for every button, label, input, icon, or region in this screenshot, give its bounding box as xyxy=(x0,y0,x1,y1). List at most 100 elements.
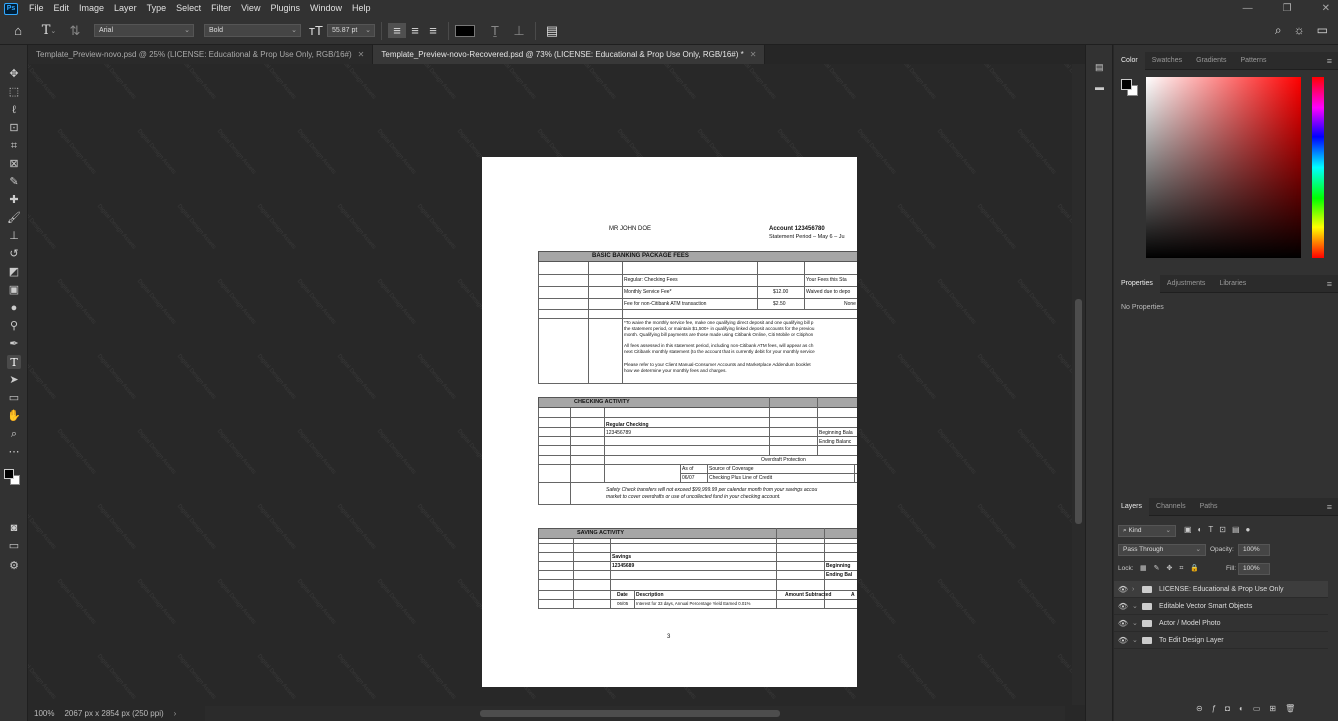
eraser-tool-icon[interactable]: ◩ xyxy=(7,265,21,279)
marquee-tool-icon[interactable]: ⬚ xyxy=(7,85,21,99)
3d-icon[interactable]: ⊥ xyxy=(509,23,529,39)
type-tool-icon[interactable]: T xyxy=(7,355,21,369)
layer-filter-kind[interactable]: ⌕ Kind ⌄ xyxy=(1118,525,1176,537)
chevron-down-icon[interactable]: ⌄ xyxy=(1132,619,1142,627)
tab-properties[interactable]: Properties xyxy=(1114,274,1160,293)
home-icon[interactable]: ⌂ xyxy=(0,23,36,38)
tab-document-2[interactable]: Template_Preview-novo-Recovered.psd @ 73… xyxy=(373,45,766,64)
more-tools-icon[interactable]: ⋯ xyxy=(7,445,21,459)
object-selection-tool-icon[interactable]: ⊡ xyxy=(7,121,21,135)
dodge-tool-icon[interactable]: ⚲ xyxy=(7,319,21,333)
align-center-icon[interactable]: ≡ xyxy=(406,23,424,38)
toggle-text-orientation-icon[interactable]: ⇅ xyxy=(62,23,88,39)
warp-text-icon[interactable]: Ṯ xyxy=(481,23,509,38)
character-panel-icon[interactable]: ▤ xyxy=(542,23,562,39)
opacity-input[interactable]: 100% xyxy=(1238,544,1270,556)
comments-icon[interactable]: ▬ xyxy=(1095,82,1104,92)
hand-tool-icon[interactable]: ✋ xyxy=(7,409,21,423)
visibility-eye-icon[interactable]: 👁 xyxy=(1114,585,1132,594)
font-size-select[interactable]: 55.87 pt ⌄ xyxy=(327,24,375,37)
tab-gradients[interactable]: Gradients xyxy=(1189,52,1233,70)
tab-libraries[interactable]: Libraries xyxy=(1212,275,1253,293)
vertical-scroll-thumb[interactable] xyxy=(1075,299,1082,524)
font-style-select[interactable]: Bold ⌄ xyxy=(204,24,301,37)
fill-input[interactable]: 100% xyxy=(1238,563,1270,575)
layer-row[interactable]: 👁 ⌄ To Edit Design Layer xyxy=(1114,632,1328,649)
align-right-icon[interactable]: ≡ xyxy=(424,23,442,38)
menu-view[interactable]: View xyxy=(236,0,265,17)
history-brush-tool-icon[interactable]: ↺ xyxy=(7,247,21,261)
zoom-level[interactable]: 100% xyxy=(34,709,54,718)
search-icon[interactable]: ⌕ xyxy=(1275,23,1282,38)
minimize-icon[interactable]: — xyxy=(1243,0,1253,17)
restore-icon[interactable]: ❐ xyxy=(1283,0,1292,17)
tab-channels[interactable]: Channels xyxy=(1149,498,1193,516)
lasso-tool-icon[interactable]: ℓ xyxy=(7,103,21,117)
discover-icon[interactable]: ☼ xyxy=(1294,23,1305,38)
gradient-tool-icon[interactable]: ▣ xyxy=(7,283,21,297)
zoom-tool-icon[interactable]: ⌕ xyxy=(7,427,21,441)
chevron-down-icon[interactable]: ⌄ xyxy=(1132,636,1142,644)
edit-toolbar-icon[interactable]: ⚙ xyxy=(7,559,21,573)
color-picker-field[interactable] xyxy=(1146,77,1301,258)
menu-filter[interactable]: Filter xyxy=(206,0,236,17)
menu-help[interactable]: Help xyxy=(347,0,376,17)
move-tool-icon[interactable]: ✥ xyxy=(7,67,21,81)
blur-tool-icon[interactable]: ● xyxy=(7,301,21,315)
font-family-select[interactable]: Arial ⌄ xyxy=(94,24,194,37)
menu-file[interactable]: File xyxy=(24,0,49,17)
clone-stamp-tool-icon[interactable]: ⊥ xyxy=(7,229,21,243)
history-icon[interactable]: ▤ xyxy=(1095,62,1104,73)
tab-swatches[interactable]: Swatches xyxy=(1145,52,1189,70)
document-page[interactable]: MR JOHN DOE Account 123456780 Statement … xyxy=(482,157,857,687)
crop-tool-icon[interactable]: ⌗ xyxy=(7,139,21,153)
menu-image[interactable]: Image xyxy=(74,0,109,17)
tab-color[interactable]: Color xyxy=(1114,51,1145,70)
quick-mask-icon[interactable]: ◙ xyxy=(7,521,21,535)
status-arrow-icon[interactable]: › xyxy=(174,709,177,718)
close-tab-icon[interactable]: ✕ xyxy=(750,50,757,59)
tab-adjustments[interactable]: Adjustments xyxy=(1160,275,1213,293)
layer-row[interactable]: 👁 ⌄ Actor / Model Photo xyxy=(1114,615,1328,632)
close-icon[interactable]: ✕ xyxy=(1322,0,1330,17)
panel-foreground-swatch[interactable] xyxy=(1121,79,1132,90)
blend-mode-select[interactable]: Pass Through ⌄ xyxy=(1118,544,1206,556)
menu-type[interactable]: Type xyxy=(142,0,172,17)
healing-brush-tool-icon[interactable]: ✚ xyxy=(7,193,21,207)
text-color-swatch[interactable] xyxy=(455,24,475,37)
menu-plugins[interactable]: Plugins xyxy=(265,0,305,17)
layer-row[interactable]: 👁 ⌄ Editable Vector Smart Objects xyxy=(1114,598,1328,615)
visibility-eye-icon[interactable]: 👁 xyxy=(1114,636,1132,645)
foreground-color-swatch[interactable] xyxy=(4,469,14,479)
eyedropper-tool-icon[interactable]: ✎ xyxy=(7,175,21,189)
horizontal-scrollbar[interactable] xyxy=(205,706,1065,721)
screen-mode-icon[interactable]: ▭ xyxy=(7,539,21,553)
horizontal-scroll-thumb[interactable] xyxy=(480,710,780,717)
close-tab-icon[interactable]: ✕ xyxy=(358,50,365,59)
tab-paths[interactable]: Paths xyxy=(1193,498,1225,516)
frame-tool-icon[interactable]: ⊠ xyxy=(7,157,21,171)
panel-menu-icon[interactable]: ≡ xyxy=(1327,502,1332,512)
panel-menu-icon[interactable]: ≡ xyxy=(1327,56,1332,66)
vertical-scrollbar[interactable] xyxy=(1072,64,1085,705)
menu-layer[interactable]: Layer xyxy=(109,0,142,17)
lock-options-icons[interactable]: ▦✎✥⌗🔒 xyxy=(1140,564,1206,573)
panel-menu-icon[interactable]: ≡ xyxy=(1327,279,1332,289)
layer-actions-icons[interactable]: ⊝ƒ◘◐▭⊞🗑 xyxy=(1196,704,1304,713)
visibility-eye-icon[interactable]: 👁 xyxy=(1114,602,1132,611)
layer-filter-icons[interactable]: ▣◐T⊡▤● xyxy=(1184,525,1256,534)
tab-layers[interactable]: Layers xyxy=(1114,497,1150,516)
tab-document-1[interactable]: Template_Preview-novo.psd @ 25% (LICENSE… xyxy=(28,45,374,64)
chevron-right-icon[interactable]: › xyxy=(1132,586,1142,593)
rectangle-tool-icon[interactable]: ▭ xyxy=(7,391,21,405)
brush-tool-icon[interactable]: 🖌 xyxy=(7,211,21,225)
menu-select[interactable]: Select xyxy=(171,0,206,17)
tab-patterns[interactable]: Patterns xyxy=(1233,52,1273,70)
layer-row[interactable]: 👁 › LICENSE: Educational & Prop Use Only xyxy=(1114,581,1328,598)
menu-window[interactable]: Window xyxy=(305,0,347,17)
visibility-eye-icon[interactable]: 👁 xyxy=(1114,619,1132,628)
hue-slider[interactable] xyxy=(1312,77,1324,258)
pen-tool-icon[interactable]: ✒ xyxy=(7,337,21,351)
chevron-down-icon[interactable]: ⌄ xyxy=(1132,602,1142,610)
workspace-icon[interactable]: ▭ xyxy=(1317,23,1328,38)
